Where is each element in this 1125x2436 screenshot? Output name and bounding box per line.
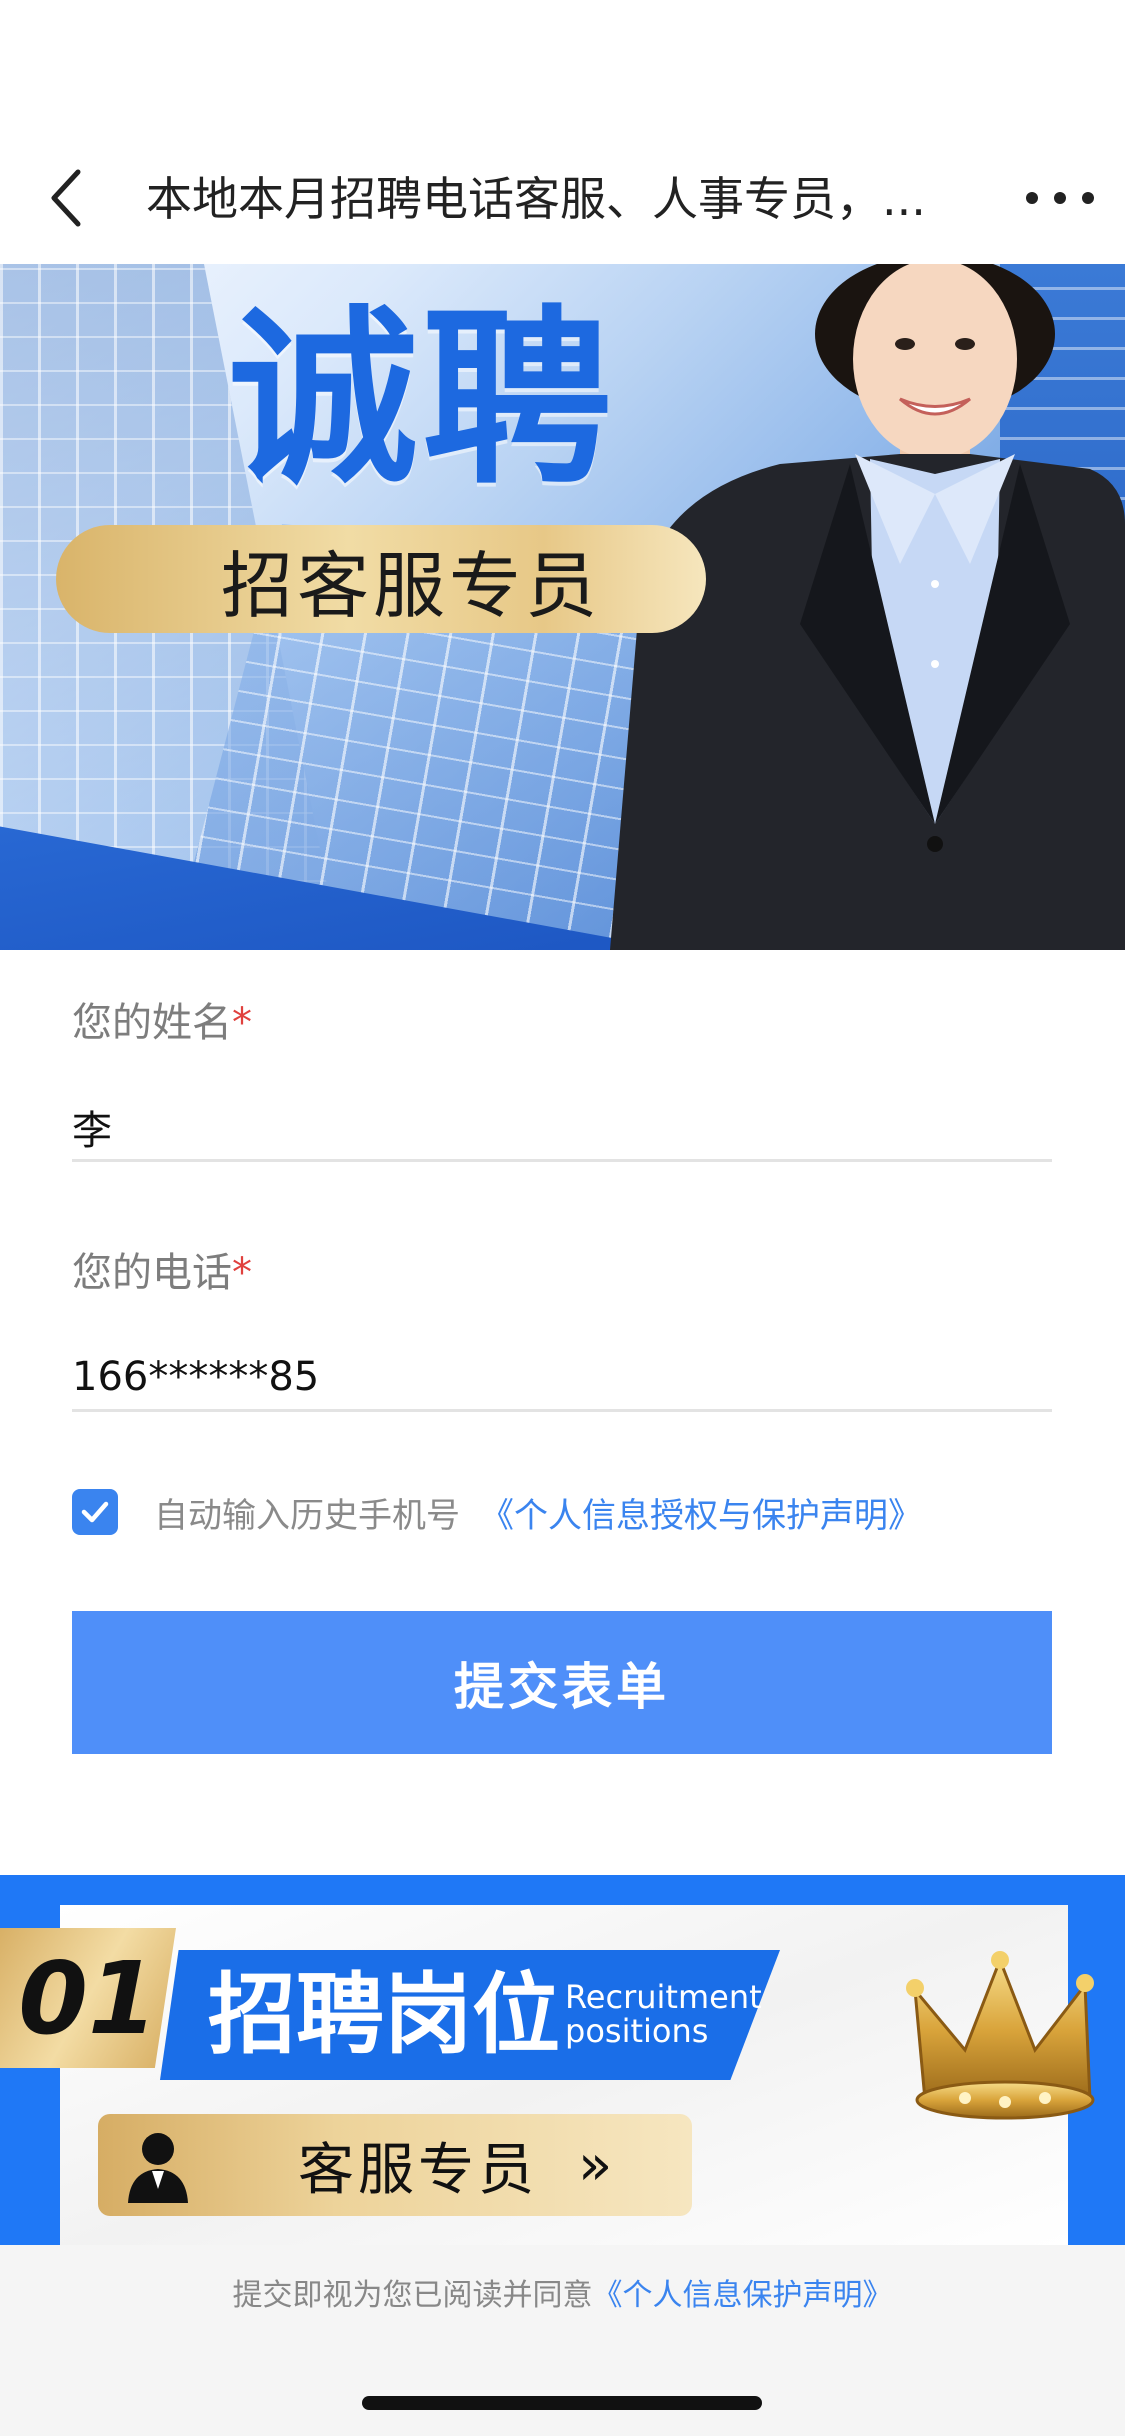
required-mark: * — [232, 1250, 252, 1296]
more-dot-icon — [1054, 192, 1066, 204]
crown-icon — [906, 1951, 1095, 2120]
section-subtitle-line1: Recruitment — [565, 1978, 762, 2016]
auto-fill-checkbox[interactable] — [72, 1489, 118, 1535]
privacy-statement-link[interactable]: 《个人信息保护声明》 — [593, 2278, 893, 2313]
section-subtitle: Recruitment positions — [565, 1980, 762, 2048]
consent-notice: 提交即视为您已阅读并同意《个人信息保护声明》 — [0, 2270, 1125, 2314]
privacy-authorization-link[interactable]: 《个人信息授权与保护声明》 — [480, 1488, 922, 1537]
section-subtitle-line2: positions — [565, 2012, 709, 2050]
auto-fill-text: 自动输入历史手机号 — [154, 1495, 460, 1536]
page-title: 本地本月招聘电话客服、人事专员，... — [146, 172, 926, 226]
submit-form-button[interactable]: 提交表单 — [72, 1611, 1052, 1754]
more-dot-icon — [1082, 192, 1094, 204]
chevron-left-icon — [51, 169, 81, 227]
back-button[interactable] — [36, 158, 96, 238]
name-label-text: 您的姓名 — [72, 1000, 232, 1046]
home-indicator[interactable] — [362, 2396, 762, 2410]
phone-input[interactable] — [72, 1334, 1052, 1412]
name-label: 您的姓名* — [72, 990, 252, 1048]
consent-text: 提交即视为您已阅读并同意 — [232, 2278, 593, 2313]
phone-label: 您的电话* — [72, 1240, 252, 1298]
person-icon — [128, 2133, 188, 2203]
hero-tagline: 招客服专员 — [56, 525, 706, 633]
section-title: 招聘岗位 — [208, 1963, 561, 2066]
auto-fill-row: 自动输入历史手机号 《个人信息授权与保护声明》 — [72, 1487, 1072, 1537]
job-position-item[interactable]: 客服专员 » — [98, 2114, 692, 2216]
phone-label-text: 您的电话 — [72, 1250, 232, 1296]
section-number-badge: 01 — [0, 1928, 176, 2068]
required-mark: * — [232, 1000, 252, 1046]
job-position-label: 客服专员 — [298, 2137, 538, 2203]
name-input[interactable] — [72, 1084, 1052, 1162]
hero-headline: 诚聘 — [228, 289, 617, 510]
top-nav-bar: 本地本月招聘电话客服、人事专员，... — [0, 0, 1125, 264]
checkmark-icon — [81, 1501, 109, 1523]
more-options-button[interactable] — [1020, 170, 1100, 226]
section-number: 01 — [18, 1939, 158, 2057]
more-dot-icon — [1026, 192, 1038, 204]
double-chevron-right-icon: » — [578, 2132, 613, 2198]
